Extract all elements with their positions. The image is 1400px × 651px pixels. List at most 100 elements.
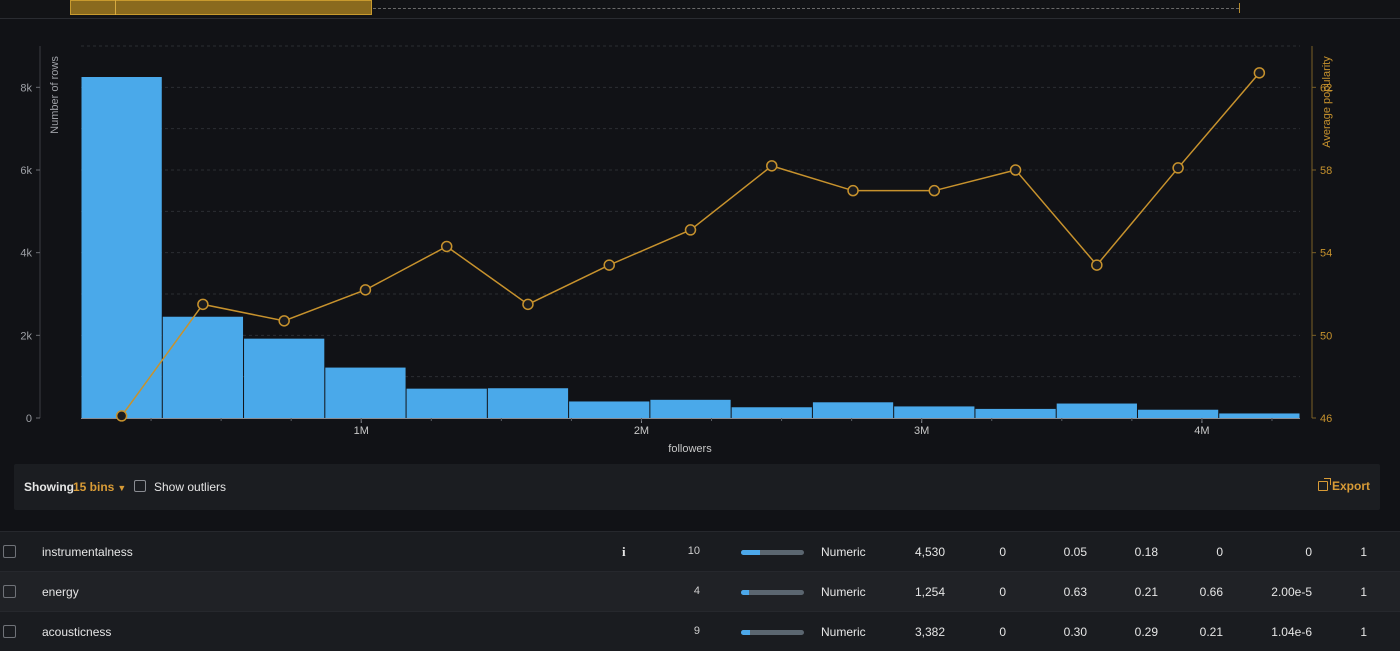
y-right-tick-label: 46 — [1320, 413, 1332, 425]
y-right-tick-label: 50 — [1320, 330, 1332, 342]
histogram-bar — [731, 407, 812, 418]
std-value: 0.29 — [1134, 625, 1158, 639]
histogram-bar — [244, 338, 325, 418]
x-tick-label: 4M — [1194, 425, 1209, 437]
range-handle-grip[interactable] — [115, 0, 116, 15]
importance-bar-fill — [741, 550, 760, 555]
show-outliers-label[interactable]: Show outliers — [154, 480, 226, 494]
var-type: Numeric — [821, 545, 866, 559]
var-type: Numeric — [821, 625, 866, 639]
popularity-point — [684, 224, 697, 236]
min-value: 1.04e-6 — [1271, 625, 1312, 639]
min-value: 0 — [1305, 545, 1312, 559]
popularity-point — [1091, 259, 1103, 271]
y-left-tick-label: 2k — [20, 330, 32, 342]
var-type: Numeric — [821, 585, 866, 599]
row-checkbox[interactable] — [3, 625, 16, 638]
max-value: 1 — [1360, 545, 1367, 559]
row-checkbox[interactable] — [3, 545, 16, 558]
popularity-point — [847, 184, 859, 197]
max-value: 1 — [1360, 585, 1367, 599]
histogram-bar — [487, 388, 569, 418]
mean-value: 0.30 — [1063, 625, 1087, 639]
popularity-point — [278, 315, 290, 327]
histogram-bar — [1056, 403, 1137, 418]
chevron-down-icon: ▼ — [117, 483, 127, 493]
popularity-point — [1253, 67, 1266, 79]
export-button[interactable]: Export — [1317, 478, 1370, 493]
mean-value: 0.63 — [1063, 585, 1087, 599]
popularity-point — [115, 410, 128, 422]
feature-name[interactable]: instrumentalness — [42, 545, 133, 559]
x-axis-label: followers — [668, 443, 712, 455]
importance-bar — [741, 550, 804, 555]
median-value: 0 — [1216, 545, 1223, 559]
popularity-point — [440, 240, 453, 253]
histogram-bar — [406, 388, 487, 418]
missing-count: 0 — [999, 545, 1006, 559]
table-row[interactable]: energy 4 Numeric 1,254 0 0.63 0.21 0.66 … — [0, 571, 1400, 611]
y-left-tick-label: 8k — [20, 82, 32, 94]
missing-count: 0 — [999, 585, 1006, 599]
histogram-bar — [325, 367, 406, 418]
unique-count: 4,530 — [914, 545, 945, 559]
histogram-bar — [975, 408, 1056, 418]
std-value: 0.21 — [1134, 585, 1158, 599]
median-value: 0.66 — [1199, 585, 1223, 599]
min-value: 2.00e-5 — [1271, 585, 1312, 599]
popularity-point — [522, 298, 534, 311]
feature-index: 10 — [687, 545, 700, 557]
histogram-bar — [650, 399, 731, 418]
divider — [0, 18, 1400, 19]
info-icon[interactable]: i — [622, 544, 626, 560]
unique-count: 1,254 — [914, 585, 945, 599]
range-track — [373, 8, 1239, 9]
histogram-bar — [1219, 413, 1300, 418]
y-right-tick-label: 54 — [1320, 248, 1332, 260]
histogram-chart: 02k4k6k8k46505458621M 2M 3M 4MfollowersNumb… — [20, 45, 1333, 455]
bins-dropdown-label: 15 bins — [73, 480, 115, 494]
histogram-bar — [162, 316, 244, 418]
importance-bar — [741, 590, 804, 595]
histogram-bar — [569, 401, 650, 418]
popularity-point — [603, 259, 615, 271]
histogram-bar — [894, 406, 975, 418]
range-end-marker[interactable] — [1239, 3, 1240, 13]
feature-name[interactable]: acousticness — [42, 625, 111, 639]
export-label: Export — [1331, 479, 1370, 493]
popularity-point — [1009, 164, 1022, 176]
x-tick-label: 3M — [914, 425, 929, 437]
importance-bar-fill — [741, 590, 749, 595]
x-tick-label: 1M — [354, 425, 369, 437]
feature-index: 4 — [693, 585, 700, 597]
y-left-tick-label: 0 — [26, 413, 32, 425]
median-value: 0.21 — [1199, 625, 1223, 639]
table-row[interactable]: instrumentalness i 10 Numeric 4,530 0 0.… — [0, 531, 1400, 571]
popularity-point — [928, 184, 941, 197]
table-row[interactable]: acousticness 9 Numeric 3,382 0 0.30 0.29… — [0, 611, 1400, 651]
std-value: 0.18 — [1134, 545, 1158, 559]
popularity-point — [1172, 162, 1184, 174]
missing-count: 0 — [999, 625, 1006, 639]
feature-index: 9 — [693, 625, 700, 637]
mean-value: 0.05 — [1063, 545, 1087, 559]
feature-name[interactable]: energy — [42, 585, 79, 599]
chart-controls-bar: Showing 15 bins ▼ Show outliers Export — [14, 464, 1380, 510]
export-icon — [1317, 478, 1331, 491]
popularity-point — [197, 298, 209, 311]
histogram-bar — [81, 77, 162, 418]
y-left-tick-label: 6k — [20, 165, 32, 177]
range-slider[interactable] — [0, 0, 1400, 18]
importance-bar — [741, 630, 804, 635]
x-tick-label: 2M — [634, 425, 649, 437]
showing-label: Showing — [24, 480, 74, 494]
popularity-point — [766, 160, 778, 172]
bins-dropdown[interactable]: 15 bins ▼ — [73, 480, 126, 494]
histogram-bar — [1137, 409, 1219, 418]
row-checkbox[interactable] — [3, 585, 16, 598]
show-outliers-checkbox[interactable] — [134, 480, 146, 492]
y-right-axis-label: Average popularity — [1321, 56, 1333, 148]
importance-bar-fill — [741, 630, 751, 635]
max-value: 1 — [1360, 625, 1367, 639]
unique-count: 3,382 — [914, 625, 945, 639]
